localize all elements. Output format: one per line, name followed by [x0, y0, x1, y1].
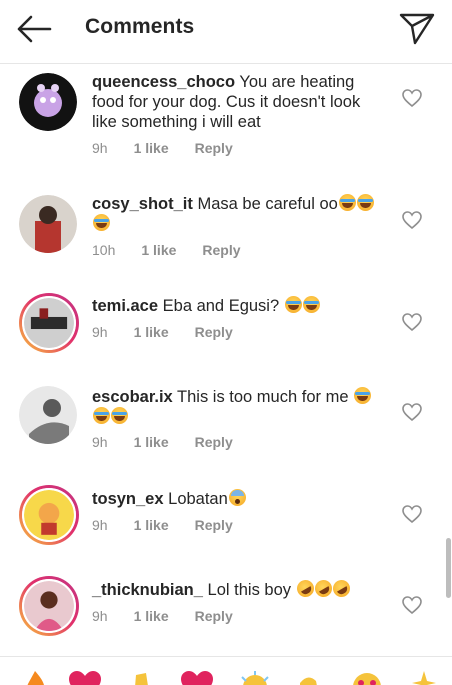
comment-time: 9h — [92, 140, 108, 156]
avatar[interactable] — [19, 576, 79, 636]
laughing-emoji-icon — [111, 407, 128, 424]
comment-username[interactable]: temi.ace — [92, 297, 158, 315]
comment-body: Lobatan — [168, 490, 228, 508]
red-heart-emoji-icon[interactable] — [68, 671, 102, 685]
clapping-emoji-icon[interactable] — [124, 671, 158, 685]
avatar[interactable] — [19, 195, 77, 253]
header-bar: Comments — [0, 0, 452, 64]
reply-button[interactable]: Reply — [195, 608, 233, 624]
rolling-laughing-emoji-icon — [329, 576, 353, 601]
comment-time: 9h — [92, 324, 108, 340]
comment-likes[interactable]: 1 like — [141, 242, 176, 258]
avatar[interactable] — [19, 293, 79, 353]
comment-likes[interactable]: 1 like — [134, 608, 169, 624]
laughing-emoji-icon — [284, 296, 302, 313]
reply-button[interactable]: Reply — [195, 517, 233, 533]
laughing-emoji-icon — [93, 214, 110, 231]
paper-plane-icon[interactable] — [398, 11, 436, 47]
rolling-laughing-emoji-icon — [293, 576, 317, 601]
reply-button[interactable]: Reply — [195, 140, 233, 156]
laughing-emoji-icon — [338, 194, 356, 211]
thumbs-emoji-icon[interactable] — [294, 671, 328, 685]
heart-outline-icon[interactable] — [401, 504, 423, 524]
comment-body: This is too much for me — [177, 388, 349, 406]
comment-text: tosyn_ex Lobatan — [92, 489, 377, 509]
comment-username[interactable]: escobar.ix — [92, 388, 173, 406]
comment-time: 9h — [92, 517, 108, 533]
heart-outline-icon[interactable] — [401, 402, 423, 422]
anxious-face-emoji-icon — [228, 489, 246, 506]
fire-emoji-icon[interactable] — [18, 671, 52, 685]
comment-likes[interactable]: 1 like — [134, 324, 169, 340]
laughing-emoji-icon — [302, 296, 320, 313]
avatar[interactable] — [19, 73, 77, 131]
party-emoji-icon[interactable] — [238, 671, 272, 685]
laughing-emoji-icon — [93, 407, 110, 424]
heart-outline-icon[interactable] — [401, 88, 423, 108]
avatar[interactable] — [19, 386, 77, 444]
comment-text: _thicknubian_ Lol this boy — [92, 576, 377, 601]
back-arrow-icon[interactable] — [14, 12, 54, 46]
heart-outline-icon[interactable] — [401, 312, 423, 332]
comment-meta: 9h 1 like Reply — [92, 434, 259, 450]
comment-username[interactable]: cosy_shot_it — [92, 195, 193, 213]
heart-emoji-icon[interactable] — [180, 671, 214, 685]
comment-time: 9h — [92, 608, 108, 624]
page-title: Comments — [85, 15, 195, 38]
reply-button[interactable]: Reply — [202, 242, 240, 258]
laughing-emoji-icon — [354, 387, 372, 404]
heart-eyes-emoji-icon[interactable] — [350, 671, 384, 685]
comment-time: 10h — [92, 242, 116, 258]
comment-username[interactable]: _thicknubian_ — [92, 581, 203, 599]
comment-time: 9h — [92, 434, 108, 450]
comment-meta: 9h 1 like Reply — [92, 517, 259, 533]
comment-meta: 9h 1 like Reply — [92, 608, 259, 624]
comment-text: queencess_choco You are heating food for… — [92, 72, 377, 132]
comment-body: Eba and Egusi? — [162, 297, 280, 315]
comment-meta: 9h 1 like Reply — [92, 324, 259, 340]
emoji-reaction-bar — [0, 656, 452, 685]
comment-body: Masa be careful oo — [197, 195, 338, 213]
sparkle-emoji-icon[interactable] — [412, 671, 446, 685]
comment-likes[interactable]: 1 like — [134, 517, 169, 533]
comment-body: Lol this boy — [207, 581, 292, 599]
comment-likes[interactable]: 1 like — [134, 140, 169, 156]
comment-text: escobar.ix This is too much for me — [92, 387, 377, 427]
heart-outline-icon[interactable] — [401, 595, 423, 615]
rolling-laughing-emoji-icon — [311, 576, 335, 601]
reply-button[interactable]: Reply — [195, 324, 233, 340]
avatar[interactable] — [19, 485, 79, 545]
comment-username[interactable]: tosyn_ex — [92, 490, 164, 508]
reply-button[interactable]: Reply — [195, 434, 233, 450]
comment-likes[interactable]: 1 like — [134, 434, 169, 450]
laughing-emoji-icon — [356, 194, 374, 211]
comment-text: cosy_shot_it Masa be careful oo — [92, 194, 377, 234]
comment-username[interactable]: queencess_choco — [92, 73, 235, 91]
comment-text: temi.ace Eba and Egusi? — [92, 296, 377, 316]
comment-meta: 9h 1 like Reply — [92, 140, 259, 156]
scrollbar[interactable] — [446, 538, 451, 598]
heart-outline-icon[interactable] — [401, 210, 423, 230]
comment-meta: 10h 1 like Reply — [92, 242, 267, 258]
